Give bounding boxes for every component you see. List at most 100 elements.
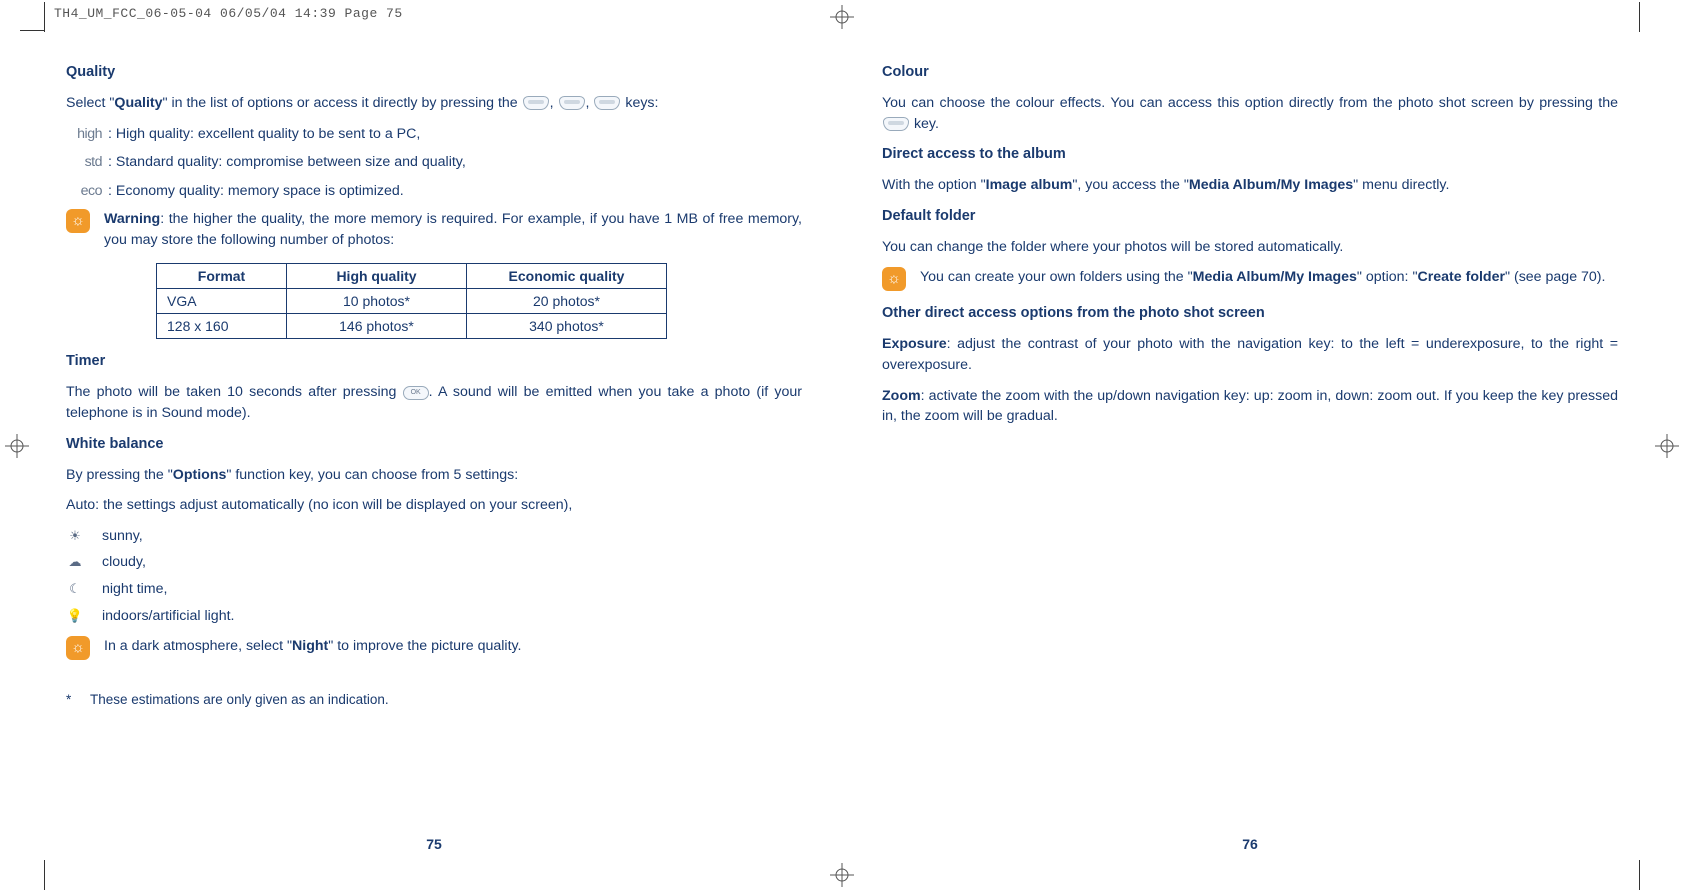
sun-icon: ☀ (66, 527, 84, 546)
text: : activate the zoom with the up/down nav… (882, 388, 1618, 425)
th-high: High quality (287, 263, 467, 288)
registration-mark-icon (4, 433, 30, 459)
quality-intro: Select "Quality" in the list of options … (66, 93, 802, 114)
quality-std: std: Standard quality: compromise betwee… (66, 152, 802, 173)
text-bold: Exposure (882, 336, 947, 352)
text-bold: Zoom (882, 388, 921, 404)
key-2-icon (559, 96, 585, 110)
glyph-high: high (66, 124, 108, 145)
text: sunny, (102, 526, 143, 547)
warning-text: Warning: the higher the quality, the mor… (104, 209, 802, 250)
text-bold: Quality (114, 95, 162, 111)
key-1-icon (523, 96, 549, 110)
text-bold: Warning (104, 211, 160, 227)
colour-text: You can choose the colour effects. You c… (882, 93, 1618, 134)
text-bold: Media Album/My Images (1193, 269, 1357, 285)
text: " in the list of options or access it di… (163, 95, 522, 111)
heading-other-access: Other direct access options from the pho… (882, 303, 1618, 324)
text: " (see page 70). (1505, 269, 1605, 285)
text: You can choose the colour effects. You c… (882, 95, 1618, 111)
page-number-right: 76 (1242, 834, 1258, 854)
zoom-text: Zoom: activate the zoom with the up/down… (882, 386, 1618, 427)
wb-indoor: 💡 indoors/artificial light. (66, 606, 802, 627)
text: keys: (625, 95, 658, 111)
page-right: Colour You can choose the colour effects… (882, 62, 1618, 830)
heading-colour: Colour (882, 62, 1618, 83)
text: " option: " (1357, 269, 1418, 285)
heading-quality: Quality (66, 62, 802, 83)
text: The photo will be taken 10 seconds after… (66, 384, 403, 400)
folder-tip: ☼ You can create your own folders using … (882, 267, 1618, 291)
text: " to improve the picture quality. (328, 638, 521, 654)
text: By pressing the " (66, 467, 173, 483)
wb-tip-text: In a dark atmosphere, select "Night" to … (104, 636, 802, 657)
tip-lightbulb-icon: ☼ (66, 209, 90, 233)
td: 10 photos* (287, 288, 467, 313)
moon-icon: ☾ (66, 580, 84, 599)
exposure-text: Exposure: adjust the contrast of your ph… (882, 334, 1618, 375)
ok-key-icon: OK (403, 386, 429, 400)
key-icon (883, 117, 909, 131)
text: : adjust the contrast of your photo with… (882, 336, 1618, 373)
text: indoors/artificial light. (102, 606, 234, 627)
registration-mark-icon (829, 4, 855, 30)
print-slug: TH4_UM_FCC_06-05-04 06/05/04 14:39 Page … (54, 6, 403, 21)
crop-mark (1639, 2, 1640, 32)
text: " menu directly. (1353, 177, 1449, 193)
text: In a dark atmosphere, select " (104, 638, 292, 654)
text-bold: Media Album/My Images (1189, 177, 1353, 193)
tip-lightbulb-icon: ☼ (882, 267, 906, 291)
heading-white-balance: White balance (66, 434, 802, 455)
crop-mark (1639, 860, 1640, 890)
footnote: *These estimations are only given as an … (66, 690, 802, 710)
timer-text: The photo will be taken 10 seconds after… (66, 382, 802, 423)
wb-tip: ☼ In a dark atmosphere, select "Night" t… (66, 636, 802, 660)
text-bold: Options (173, 467, 227, 483)
warning-block: ☼ Warning: the higher the quality, the m… (66, 209, 802, 250)
crop-mark (44, 2, 45, 32)
wb-cloudy: ☁ cloudy, (66, 552, 802, 573)
text: : Economy quality: memory space is optim… (108, 183, 404, 199)
tip-lightbulb-icon: ☼ (66, 636, 90, 660)
registration-mark-icon (829, 862, 855, 888)
text: : the higher the quality, the more memor… (104, 211, 802, 248)
text: : High quality: excellent quality to be … (108, 126, 420, 142)
text: ", you access the " (1072, 177, 1189, 193)
text-bold: Create folder (1417, 269, 1505, 285)
td: 146 photos* (287, 314, 467, 339)
text: " function key, you can choose from 5 se… (226, 467, 518, 483)
quality-eco: eco: Economy quality: memory space is op… (66, 181, 802, 202)
text-bold: Night (292, 638, 328, 654)
text: night time, (102, 579, 167, 600)
folder-tip-text: You can create your own folders using th… (920, 267, 1618, 288)
text-bold: Image album (986, 177, 1073, 193)
default-folder-text: You can change the folder where your pho… (882, 237, 1618, 258)
wb-night: ☾ night time, (66, 579, 802, 600)
heading-default-folder: Default folder (882, 206, 1618, 227)
text: These estimations are only given as an i… (90, 692, 389, 707)
heading-album: Direct access to the album (882, 144, 1618, 165)
text: key. (910, 116, 939, 132)
text: Select " (66, 95, 114, 111)
quality-table: FormatHigh qualityEconomic quality VGA10… (156, 263, 667, 340)
td: 340 photos* (467, 314, 667, 339)
crop-mark (44, 860, 45, 890)
key-3-icon (594, 96, 620, 110)
td: 128 x 160 (157, 314, 287, 339)
th-format: Format (157, 263, 287, 288)
text: With the option " (882, 177, 986, 193)
wb-auto: Auto: the settings adjust automatically … (66, 495, 802, 516)
th-eco: Economic quality (467, 263, 667, 288)
quality-high: high: High quality: excellent quality to… (66, 124, 802, 145)
text: You can create your own folders using th… (920, 269, 1193, 285)
crop-mark (20, 30, 44, 31)
bulb-icon: 💡 (66, 607, 84, 626)
text: cloudy, (102, 552, 146, 573)
td: VGA (157, 288, 287, 313)
heading-timer: Timer (66, 351, 802, 372)
wb-intro: By pressing the "Options" function key, … (66, 465, 802, 486)
cloud-icon: ☁ (66, 553, 84, 572)
registration-mark-icon (1654, 433, 1680, 459)
page-number-left: 75 (426, 834, 442, 854)
album-text: With the option "Image album", you acces… (882, 175, 1618, 196)
